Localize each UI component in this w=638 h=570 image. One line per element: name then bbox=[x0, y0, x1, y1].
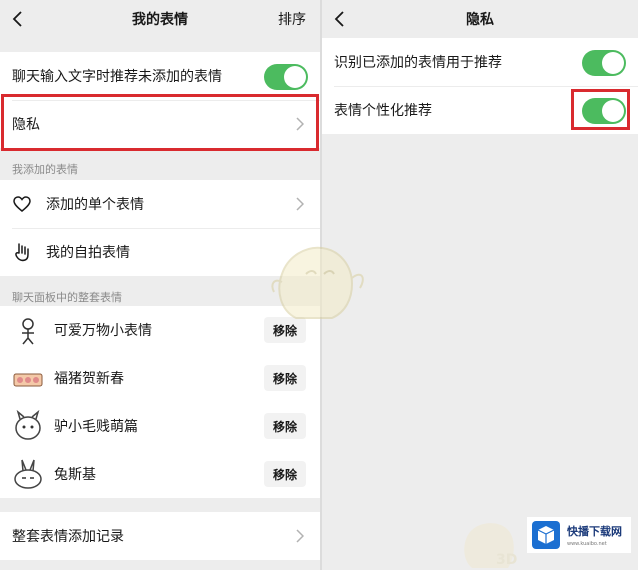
sort-button[interactable]: 排序 bbox=[278, 9, 306, 29]
sticker-set-name: 驴小毛贱萌篇 bbox=[54, 419, 138, 435]
site-logo-title: 快播下载网 bbox=[567, 525, 622, 538]
sticker-set-name: 可爱万物小表情 bbox=[54, 323, 152, 339]
personalized-recommend-label: 表情个性化推荐 bbox=[334, 103, 432, 119]
sticker-set-row: 福猪贺新春 移除 bbox=[0, 354, 320, 402]
selfie-hand-icon bbox=[12, 242, 32, 262]
sticker-set-name: 福猪贺新春 bbox=[54, 371, 124, 387]
privacy-highlight-box bbox=[1, 94, 319, 151]
recommend-unadded-toggle[interactable] bbox=[264, 64, 308, 90]
chevron-right-icon bbox=[296, 197, 304, 211]
chat-panel-section-header: 聊天面板中的整套表情 bbox=[12, 291, 122, 304]
added-stickers-section-header: 我添加的表情 bbox=[12, 163, 78, 176]
site-logo-badge: 快播下载网 www.kuaibo.net bbox=[527, 517, 631, 553]
navbar: 隐私 bbox=[322, 0, 638, 38]
chevron-right-icon bbox=[296, 529, 304, 543]
history-group: 整套表情添加记录 bbox=[0, 512, 320, 560]
cube-logo-icon bbox=[532, 521, 560, 549]
add-history-row[interactable]: 整套表情添加记录 bbox=[0, 512, 320, 560]
heart-icon bbox=[12, 194, 32, 214]
page-title: 我的表情 bbox=[132, 12, 188, 28]
watermark-small-text: 3D bbox=[496, 552, 517, 568]
add-history-label: 整套表情添加记录 bbox=[12, 529, 124, 545]
recognize-added-row: 识别已添加的表情用于推荐 bbox=[322, 38, 638, 86]
remove-button[interactable]: 移除 bbox=[264, 365, 306, 391]
selfie-stickers-label: 我的自拍表情 bbox=[46, 245, 130, 261]
mascot-watermark-small: 3D bbox=[464, 523, 517, 568]
navbar: 我的表情 排序 bbox=[0, 0, 320, 38]
rabbit-sticker-icon bbox=[14, 459, 42, 489]
single-stickers-label: 添加的单个表情 bbox=[46, 197, 144, 213]
donkey-sticker-icon bbox=[15, 410, 41, 440]
recognize-added-label: 识别已添加的表情用于推荐 bbox=[334, 55, 502, 71]
site-logo-url: www.kuaibo.net bbox=[567, 541, 607, 547]
site-logo-text: 快播下载网 www.kuaibo.net bbox=[567, 523, 622, 547]
toggle-highlight-box bbox=[571, 89, 630, 130]
single-stickers-row[interactable]: 添加的单个表情 bbox=[0, 180, 320, 228]
recommend-unadded-row: 聊天输入文字时推荐未添加的表情 bbox=[0, 52, 320, 100]
remove-button[interactable]: 移除 bbox=[264, 461, 306, 487]
sticker-set-row: 兔斯基 移除 bbox=[0, 450, 320, 498]
page-title: 隐私 bbox=[466, 12, 494, 28]
remove-button[interactable]: 移除 bbox=[264, 413, 306, 439]
toggle-knob bbox=[284, 66, 306, 88]
sticker-set-name: 兔斯基 bbox=[54, 467, 96, 483]
mascot-watermark bbox=[271, 246, 364, 319]
cute-things-sticker-icon bbox=[22, 318, 34, 345]
sticker-sets-group: 可爱万物小表情 移除 福猪贺新春 移除 驴小毛贱萌篇 移除 兔斯基 移除 bbox=[0, 306, 320, 498]
recognize-added-toggle[interactable] bbox=[582, 50, 626, 76]
pig-sticker-icon bbox=[13, 373, 43, 387]
toggle-knob bbox=[602, 52, 624, 74]
sticker-set-row: 驴小毛贱萌篇 移除 bbox=[0, 402, 320, 450]
recommend-unadded-label: 聊天输入文字时推荐未添加的表情 bbox=[12, 69, 222, 85]
